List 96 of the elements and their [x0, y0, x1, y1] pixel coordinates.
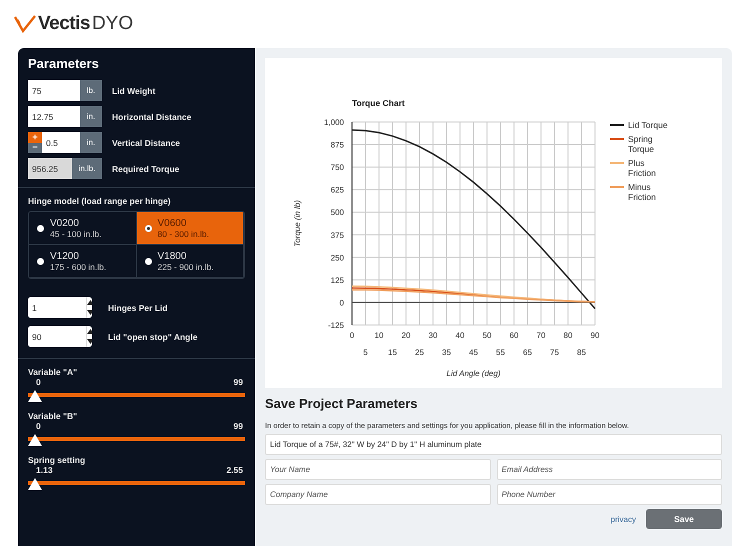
text-field[interactable]: Company Name	[265, 484, 490, 505]
unit-label: in.	[80, 106, 102, 127]
up-arrow-icon[interactable]	[87, 300, 92, 305]
text-field[interactable]: Email Address	[496, 459, 722, 480]
slider-max: 2.55	[226, 465, 243, 475]
field-label: Horizontal Distance	[112, 112, 192, 122]
chart-title: Torque Chart	[352, 98, 405, 108]
legend-label: Spring Torque	[628, 134, 655, 154]
slider-min: 0	[36, 421, 41, 431]
x-tick-label: 45	[469, 348, 478, 357]
hinge-name: V0600	[158, 218, 188, 228]
x-tick-label: 90	[590, 331, 600, 340]
down-arrow-icon[interactable]	[87, 339, 92, 344]
hinge-name: V1800	[158, 250, 188, 262]
radio-button[interactable]	[144, 258, 152, 264]
unit-label: in.lb.	[72, 158, 102, 179]
x-tick-label: 65	[523, 348, 532, 357]
x-tick-label: 85	[577, 348, 586, 357]
field-label: Lid "open stop" Angle	[108, 332, 198, 342]
down-arrow-icon[interactable]	[87, 310, 92, 316]
number-input[interactable]: 0.5	[42, 132, 80, 153]
x-tick-label: 60	[510, 331, 518, 340]
y-tick-label: -125	[328, 321, 344, 330]
field-label: Required Torque	[112, 164, 180, 174]
slider-thumb[interactable]	[28, 434, 42, 446]
logo-icon	[14, 15, 36, 33]
number-input[interactable]: 75	[28, 80, 80, 101]
text-field[interactable]: Your Name	[265, 459, 490, 480]
save-button[interactable]: Save	[646, 509, 722, 529]
x-tick-label: 75	[550, 348, 559, 357]
x-tick-label: 15	[388, 348, 397, 357]
slider-thumb[interactable]	[28, 478, 42, 490]
radio-button[interactable]	[37, 258, 44, 264]
hinge-range: 225 - 900 in.lb.	[158, 262, 214, 272]
x-tick-label: 0	[350, 331, 354, 340]
x-tick-label: 50	[482, 331, 492, 340]
section-title: Save Project Parameters	[265, 396, 418, 411]
slider-label: Variable "B"	[28, 411, 78, 421]
y-tick-label: 250	[330, 253, 344, 262]
y-tick-label: 875	[330, 140, 344, 150]
decrement-button[interactable]: −	[28, 142, 42, 153]
hinge-option[interactable]: V0600 80 - 300 in.lb.	[136, 212, 244, 245]
hinge-option[interactable]: V1800 225 - 900 in.lb.	[136, 245, 244, 278]
hinge-option[interactable]: V1200 175 - 600 in.lb.	[29, 245, 136, 278]
x-tick-label: 40	[456, 331, 464, 340]
y-tick-label: 0	[340, 298, 344, 308]
hinge-range: 80 - 300 in.lb.	[158, 228, 210, 238]
number-input[interactable]: 12.75	[28, 106, 80, 127]
slider-max: 99	[234, 377, 243, 387]
slider-thumb[interactable]	[28, 390, 42, 402]
x-tick-label: 35	[442, 348, 451, 357]
section-label: Hinge model (load range per hinge)	[28, 196, 172, 206]
slider-min: 0	[36, 377, 41, 387]
logo-name: Vectis	[38, 13, 90, 35]
slider-label: Variable "A"	[28, 367, 78, 377]
legend-label: Lid Torque	[628, 120, 668, 130]
y-tick-label: 625	[330, 186, 344, 195]
y-tick-label: 750	[330, 163, 344, 172]
text-field[interactable]: Phone Number	[496, 484, 722, 505]
y-tick-label: 125	[330, 276, 344, 285]
slider-label: Spring setting	[28, 455, 86, 465]
x-tick-label: 80	[564, 331, 572, 340]
slider-min: 1.13	[36, 465, 53, 475]
field-label: Vertical Distance	[112, 138, 180, 148]
radio-button[interactable]	[144, 224, 152, 232]
x-tick-label: 70	[536, 331, 546, 340]
hinge-name: V0200	[50, 218, 80, 228]
legend-label: Minus Friction	[628, 182, 657, 202]
x-axis-title: Lid Angle (deg)	[446, 369, 500, 378]
slider-max: 99	[234, 421, 243, 431]
hinge-range: 45 - 100 in.lb.	[50, 228, 102, 238]
field-label: Hinges Per Lid	[108, 302, 168, 312]
y-tick-label: 1,000	[324, 118, 344, 127]
unit-label: in.	[80, 132, 102, 153]
y-tick-label: 500	[330, 208, 344, 218]
up-arrow-icon[interactable]	[87, 328, 92, 334]
y-axis-title: Torque (in lb)	[293, 200, 302, 247]
hinge-name: V1200	[50, 250, 80, 262]
number-input[interactable]: 956.25	[28, 158, 72, 179]
y-tick-label: 375	[330, 230, 344, 240]
x-tick-label: 20	[402, 331, 410, 340]
x-tick-label: 5	[363, 348, 368, 357]
hinge-range: 175 - 600 in.lb.	[50, 262, 106, 272]
radio-button[interactable]	[37, 224, 44, 232]
legend-label: Plus Friction	[628, 158, 657, 178]
text-field[interactable]: Lid Torque of a 75#, 32" W by 24" D by 1" H aluminum plate	[265, 434, 722, 455]
x-tick-label: 25	[415, 348, 424, 357]
logo-suffix: DYO	[92, 13, 134, 35]
x-tick-label: 30	[428, 331, 438, 340]
hinge-option[interactable]: V0200 45 - 100 in.lb.	[29, 212, 136, 245]
unit-label: lb.	[80, 80, 102, 101]
privacy-link[interactable]: privacy	[610, 514, 636, 524]
x-tick-label: 10	[374, 331, 384, 340]
panel-title: Parameters	[28, 56, 100, 71]
field-label: Lid Weight	[112, 86, 156, 96]
x-tick-label: 55	[496, 348, 505, 357]
